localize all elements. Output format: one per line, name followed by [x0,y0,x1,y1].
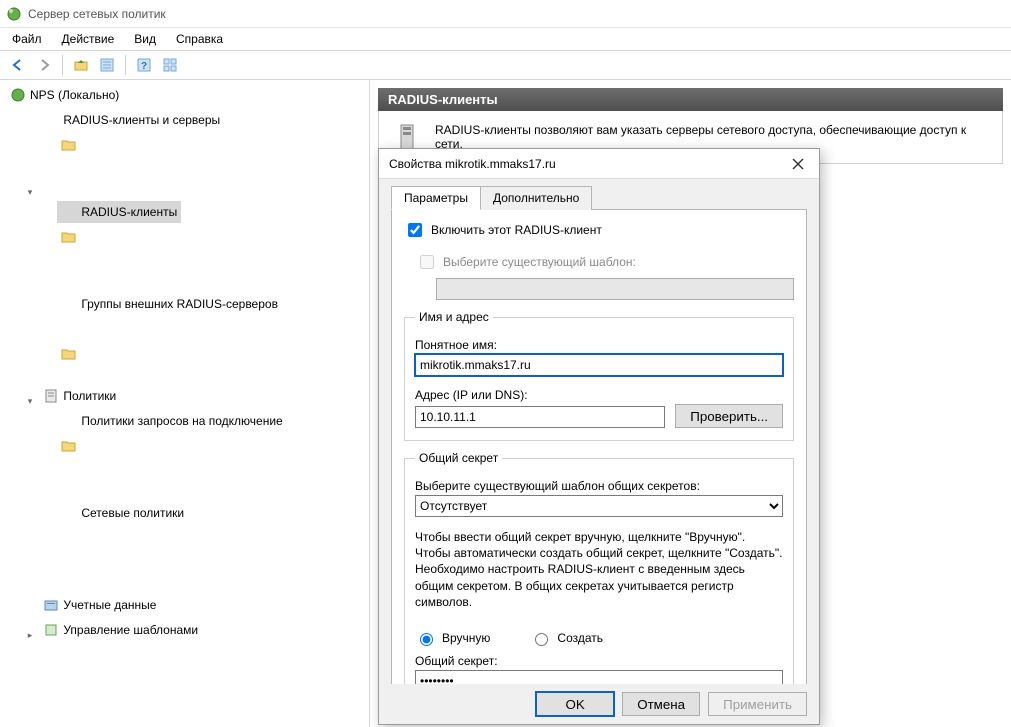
accounting-icon [43,597,59,613]
svg-text:?: ? [141,61,147,72]
tree-template-mgmt-label: Управление шаблонами [63,620,198,640]
content-header: RADIUS-клиенты [378,88,1003,111]
secret-template-combo[interactable]: Отсутствует [415,495,783,517]
folder-up-icon[interactable] [69,53,93,77]
group-name-address: Имя и адрес Понятное имя: Адрес (IP или … [404,310,794,441]
folder-icon [61,204,77,220]
dialog-titlebar: Свойства mikrotik.mmaks17.ru [379,149,819,179]
address-input[interactable] [415,406,665,428]
tree-net-policies-label: Сетевые политики [81,503,184,523]
toolbar-separator [62,55,63,75]
tree-conn-policies[interactable]: Политики запросов на подключение [57,410,286,432]
toolbar-separator [125,55,126,75]
group-name-address-legend: Имя и адрес [415,310,493,324]
tabpage-parameters: Включить этот RADIUS-клиент Выберите сущ… [391,210,807,684]
menu-help[interactable]: Справка [168,30,231,48]
tree-accounting[interactable]: Учетные данные [39,594,160,616]
close-icon[interactable] [783,153,813,175]
tree-policies[interactable]: Политики [39,385,120,407]
secret-template-label: Выберите существующий шаблон общих секре… [415,479,783,493]
template-checkbox-input [420,255,434,269]
ok-button[interactable]: OK [536,692,614,716]
dialog-footer: OK Отмена Применить [379,684,819,724]
verify-button[interactable]: Проверить... [675,404,783,428]
menu-action[interactable]: Действие [54,30,123,48]
group-shared-secret-legend: Общий секрет [415,451,502,465]
tile-icon[interactable] [158,53,182,77]
content-panel: RADIUS-клиенты RADIUS-клиенты позволяют … [370,80,1011,727]
window-titlebar: Сервер сетевых политик [0,0,1011,28]
back-icon[interactable] [6,53,30,77]
tree-root[interactable]: NPS (Локально) [6,84,123,106]
folder-icon [61,296,77,312]
tab-parameters[interactable]: Параметры [391,186,481,210]
properties-dialog: Свойства mikrotik.mmaks17.ru Параметры Д… [378,148,820,725]
friendly-name-input[interactable] [415,354,783,376]
window-title: Сервер сетевых политик [28,7,166,21]
app-icon [6,6,22,22]
secret-input[interactable] [415,670,783,684]
nps-icon [10,87,26,103]
forward-icon[interactable] [32,53,56,77]
group-shared-secret: Общий секрет Выберите существующий шабло… [404,451,794,684]
tab-advanced[interactable]: Дополнительно [480,186,592,210]
address-label: Адрес (IP или DNS): [415,388,783,402]
tree-clients-servers[interactable]: RADIUS-клиенты и серверы [39,109,224,131]
radio-generate[interactable]: Создать [530,630,603,646]
tree-template-mgmt[interactable]: Управление шаблонами [39,619,202,641]
tree-remote-groups-label: Группы внешних RADIUS-серверов [81,294,278,314]
enable-client-label: Включить этот RADIUS-клиент [431,223,602,237]
tree-radius-clients-label: RADIUS-клиенты [81,202,177,222]
cancel-button[interactable]: Отмена [622,692,700,716]
template-combo [436,278,794,300]
tree-clients-servers-label: RADIUS-клиенты и серверы [63,110,220,130]
dialog-tabs: Параметры Дополнительно [391,185,807,210]
menu-bar: Файл Действие Вид Справка [0,28,1011,50]
radio-manual[interactable]: Вручную [415,630,490,646]
tree-conn-policies-label: Политики запросов на подключение [81,411,282,431]
template-checkbox: Выберите существующий шаблон: [416,252,636,272]
tree-net-policies[interactable]: Сетевые политики [57,502,188,524]
chevron-down-icon[interactable]: ▾ [24,395,36,407]
properties-icon[interactable] [95,53,119,77]
enable-client-checkbox[interactable]: Включить этот RADIUS-клиент [404,220,602,240]
secret-hint: Чтобы ввести общий секрет вручную, щелкн… [415,529,783,610]
toolbar: ? [0,50,1011,80]
template-icon [43,622,59,638]
tree-accounting-label: Учетные данные [63,595,156,615]
chevron-right-icon[interactable]: ▸ [24,629,36,641]
tree-radius-clients[interactable]: RADIUS-клиенты [57,201,181,223]
apply-button[interactable]: Применить [708,692,807,716]
server-icon [393,123,421,151]
content-description: RADIUS-клиенты позволяют вам указать сер… [435,123,988,151]
tree-panel: NPS (Локально) ▾ RADIUS-клиенты и сервер… [0,80,370,727]
policies-icon [43,388,59,404]
friendly-name-label: Понятное имя: [415,338,783,352]
secret-label: Общий секрет: [415,654,783,668]
folder-open-icon [43,112,59,128]
menu-view[interactable]: Вид [126,30,164,48]
folder-icon [61,505,77,521]
folder-icon [61,413,77,429]
chevron-down-icon[interactable]: ▾ [24,186,36,198]
menu-file[interactable]: Файл [4,30,50,48]
tree-remote-groups[interactable]: Группы внешних RADIUS-серверов [57,293,282,315]
template-checkbox-label: Выберите существующий шаблон: [443,255,636,269]
help-icon[interactable]: ? [132,53,156,77]
enable-client-input[interactable] [408,223,422,237]
dialog-title: Свойства mikrotik.mmaks17.ru [389,157,556,171]
